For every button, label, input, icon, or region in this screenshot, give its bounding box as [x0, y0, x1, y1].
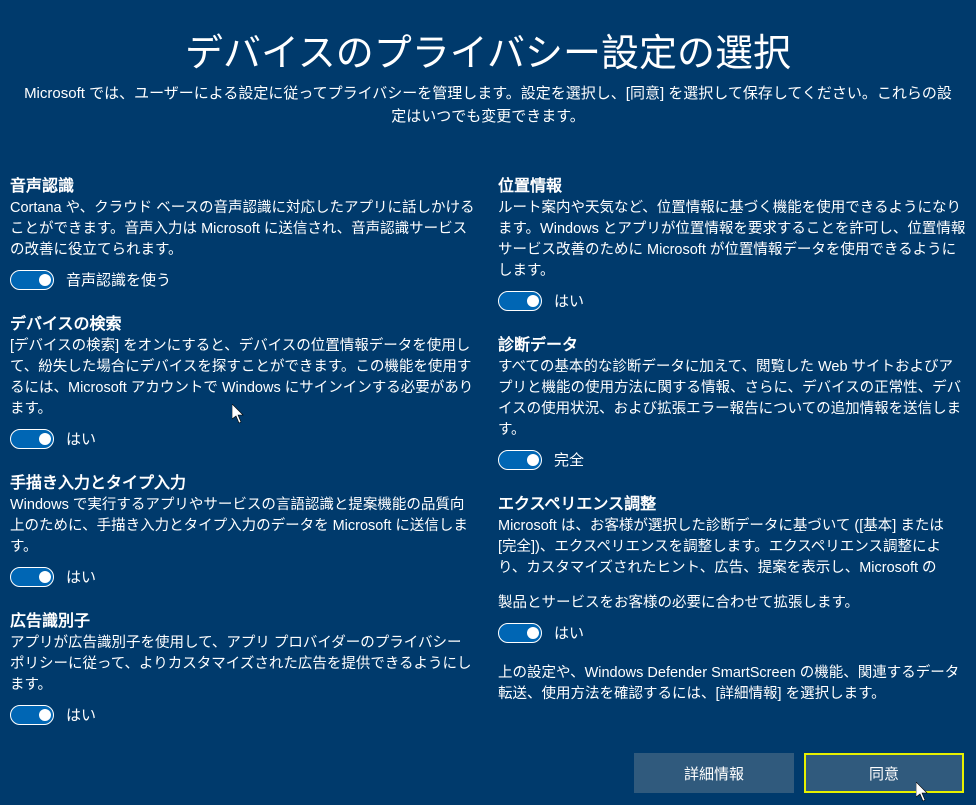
section-desc-ad-id: アプリが広告識別子を使用して、アプリ プロバイダーのプライバシー ポリシーに従っ…: [10, 633, 478, 696]
page-title: デバイスのプライバシー設定の選択: [0, 0, 976, 77]
toggle-row-find-device: はい: [10, 428, 478, 449]
toggle-label-tailored: はい: [554, 622, 584, 643]
section-desc-tailored-extra: 製品とサービスをお客様の必要に合わせて拡張します。: [498, 593, 966, 614]
privacy-note: 上の設定や、Windows Defender SmartScreen の機能、関…: [498, 663, 966, 705]
toggle-inking[interactable]: [10, 567, 54, 587]
section-desc-tailored: Microsoft は、お客様が選択した診断データに基づいて ([基本] または…: [498, 516, 966, 579]
toggle-speech[interactable]: [10, 270, 54, 290]
section-title-diagnostic: 診断データ: [498, 331, 966, 355]
toggle-label-speech: 音声認識を使う: [66, 269, 171, 290]
privacy-settings-screen: { "header": { "title": "デバイスのプライバシー設定の選択…: [0, 0, 976, 805]
page-subtitle: Microsoft では、ユーザーによる設定に従ってプライバシーを管理します。設…: [20, 83, 956, 128]
section-location: 位置情報 ルート案内や天気など、位置情報に基づく機能を使用できるようになります。…: [498, 172, 966, 311]
left-column: 音声認識 Cortana や、クラウド ベースの音声認識に対応したアプリに話しか…: [6, 172, 488, 745]
section-inking: 手描き入力とタイプ入力 Windows で実行するアプリやサービスの言語認識と提…: [10, 469, 478, 587]
toggle-row-tailored: はい: [498, 622, 966, 643]
more-info-button[interactable]: 詳細情報: [634, 753, 794, 793]
section-ad-id: 広告識別子 アプリが広告識別子を使用して、アプリ プロバイダーのプライバシー ポ…: [10, 607, 478, 725]
toggle-location[interactable]: [498, 291, 542, 311]
section-desc-speech: Cortana や、クラウド ベースの音声認識に対応したアプリに話しかけることが…: [10, 198, 478, 261]
toggle-row-diagnostic: 完全: [498, 449, 966, 470]
toggle-row-inking: はい: [10, 566, 478, 587]
toggle-label-ad-id: はい: [66, 704, 96, 725]
toggle-ad-id[interactable]: [10, 705, 54, 725]
footer-buttons: 詳細情報 同意: [634, 753, 964, 793]
toggle-row-ad-id: はい: [10, 704, 478, 725]
section-desc-location: ルート案内や天気など、位置情報に基づく機能を使用できるようになります。Windo…: [498, 198, 966, 282]
section-desc-inking: Windows で実行するアプリやサービスの言語認識と提案機能の品質向上のために…: [10, 495, 478, 558]
toggle-row-speech: 音声認識を使う: [10, 269, 478, 290]
section-title-inking: 手描き入力とタイプ入力: [10, 469, 478, 493]
section-title-find-device: デバイスの検索: [10, 310, 478, 334]
section-find-device: デバイスの検索 [デバイスの検索] をオンにすると、デバイスの位置情報データを使…: [10, 310, 478, 449]
section-diagnostic: 診断データ すべての基本的な診断データに加えて、閲覧した Web サイトおよびア…: [498, 331, 966, 470]
section-desc-diagnostic: すべての基本的な診断データに加えて、閲覧した Web サイトおよびアプリと機能の…: [498, 357, 966, 441]
settings-columns: 音声認識 Cortana や、クラウド ベースの音声認識に対応したアプリに話しか…: [0, 172, 976, 745]
section-title-ad-id: 広告識別子: [10, 607, 478, 631]
section-speech: 音声認識 Cortana や、クラウド ベースの音声認識に対応したアプリに話しか…: [10, 172, 478, 290]
toggle-label-diagnostic: 完全: [554, 449, 584, 470]
toggle-tailored[interactable]: [498, 623, 542, 643]
section-desc-find-device: [デバイスの検索] をオンにすると、デバイスの位置情報データを使用して、紛失した…: [10, 336, 478, 420]
accept-button[interactable]: 同意: [804, 753, 964, 793]
toggle-label-inking: はい: [66, 566, 96, 587]
section-title-speech: 音声認識: [10, 172, 478, 196]
right-column: 位置情報 ルート案内や天気など、位置情報に基づく機能を使用できるようになります。…: [488, 172, 970, 745]
toggle-find-device[interactable]: [10, 429, 54, 449]
toggle-label-find-device: はい: [66, 428, 96, 449]
section-tailored: エクスペリエンス調整 Microsoft は、お客様が選択した診断データに基づい…: [498, 490, 966, 643]
toggle-row-location: はい: [498, 290, 966, 311]
toggle-diagnostic[interactable]: [498, 450, 542, 470]
toggle-label-location: はい: [554, 290, 584, 311]
section-title-tailored: エクスペリエンス調整: [498, 490, 966, 514]
section-title-location: 位置情報: [498, 172, 966, 196]
